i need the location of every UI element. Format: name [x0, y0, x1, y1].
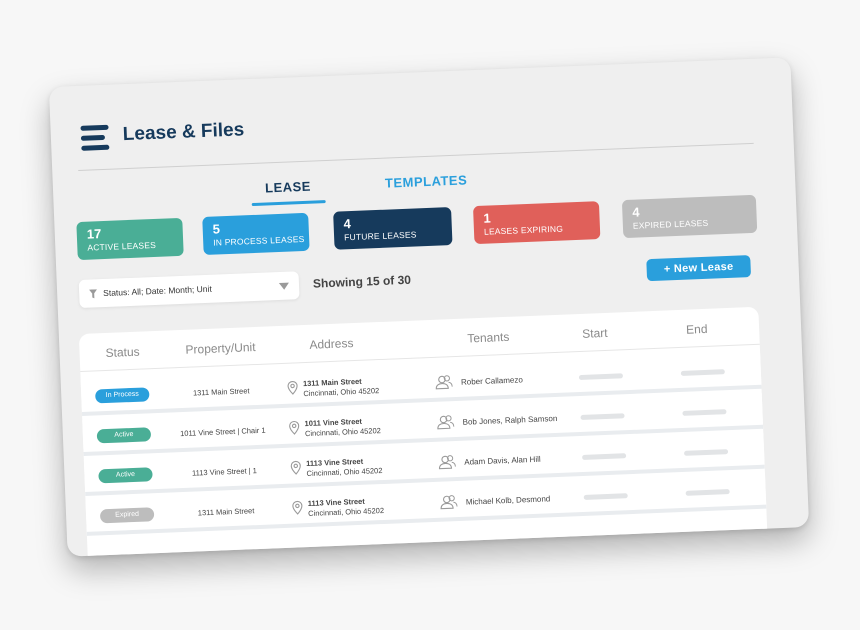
column-header-address[interactable]: Address	[309, 336, 354, 352]
stat-in-process-leases[interactable]: 5 IN PROCESS LEASES	[202, 212, 310, 255]
tenants-icon	[437, 415, 455, 430]
address-line2: Cincinnati, Ohio 45202	[304, 426, 381, 439]
lease-table: Status Property/Unit Address Tenants Sta…	[78, 306, 768, 557]
stat-expired-leases[interactable]: 4 EXPIRED LEASES	[621, 194, 758, 239]
stat-count: 5	[212, 221, 221, 237]
start-date-placeholder	[582, 453, 627, 460]
filter-text: Status: All; Date: Month; Unit	[102, 283, 212, 299]
stat-label: IN PROCESS LEASES	[213, 233, 305, 248]
start-date-placeholder	[583, 493, 628, 500]
property-unit: 1311 Main Street	[192, 386, 250, 398]
stat-label: LEASES EXPIRING	[483, 223, 564, 237]
status-badge: Active	[98, 467, 153, 484]
tab-lease[interactable]: LEASE	[265, 179, 311, 196]
column-header-end[interactable]: End	[686, 322, 708, 337]
address: 1113 Vine Street Cincinnati, Ohio 45202	[306, 456, 383, 479]
stat-future-leases[interactable]: 4 FUTURE LEASES	[333, 207, 453, 250]
stat-label: FUTURE LEASES	[343, 229, 417, 243]
filter-icon	[89, 289, 98, 299]
address: 1311 Main Street Cincinnati, Ohio 45202	[303, 376, 380, 399]
page-title: Lease & Files	[122, 119, 245, 146]
property-unit: 1113 Vine Street | 1	[191, 466, 258, 478]
stat-label: ACTIVE LEASES	[87, 239, 157, 253]
column-header-status[interactable]: Status	[105, 345, 140, 360]
tenant-names: Michael Kolb, Desmond	[465, 494, 551, 507]
property-unit: 1311 Main Street	[197, 506, 255, 518]
tab-templates[interactable]: TEMPLATES	[385, 172, 468, 190]
location-pin-icon	[289, 420, 300, 435]
tenants-icon	[438, 455, 456, 470]
address-line2: Cincinnati, Ohio 45202	[306, 466, 383, 479]
column-header-tenants[interactable]: Tenants	[467, 330, 510, 346]
column-header-start[interactable]: Start	[582, 326, 608, 341]
end-date-placeholder	[680, 369, 725, 376]
stat-label: EXPIRED LEASES	[632, 217, 709, 231]
location-pin-icon	[290, 460, 301, 475]
property-unit: 1011 Vine Street | Chair 1	[179, 425, 266, 439]
tenants-icon	[440, 495, 458, 510]
address: 1011 Vine Street Cincinnati, Ohio 45202	[304, 416, 381, 439]
end-date-placeholder	[685, 489, 730, 496]
location-pin-icon	[292, 500, 303, 515]
start-date-placeholder	[580, 413, 625, 421]
stat-active-leases[interactable]: 17 ACTIVE LEASES	[76, 217, 184, 261]
stat-count: 4	[343, 216, 352, 232]
location-pin-icon	[287, 380, 298, 395]
tenant-names: Rober Callamezo	[460, 375, 523, 387]
hamburger-menu-icon[interactable]	[80, 124, 110, 152]
chevron-down-icon	[278, 282, 290, 290]
stat-leases-expiring[interactable]: 1 LEASES EXPIRING	[472, 201, 601, 245]
status-badge: Expired	[99, 507, 155, 524]
header-divider	[78, 142, 754, 171]
stage: Lease & Files LEASE TEMPLATES 17 ACTIVE …	[0, 0, 860, 630]
column-header-property[interactable]: Property/Unit	[185, 340, 256, 357]
tenants-icon	[435, 375, 453, 390]
status-badge: Active	[96, 427, 152, 444]
tenant-names: Bob Jones, Ralph Samson	[462, 413, 558, 427]
showing-count: Showing 15 of 30	[312, 272, 412, 291]
filter-dropdown[interactable]: Status: All; Date: Month; Unit	[78, 271, 300, 309]
stat-count: 17	[86, 226, 102, 242]
address-line2: Cincinnati, Ohio 45202	[308, 505, 385, 519]
address: 1113 Vine Street Cincinnati, Ohio 45202	[308, 496, 385, 519]
end-date-placeholder	[683, 449, 729, 456]
tenant-names: Adam Davis, Alan Hill	[464, 454, 541, 467]
status-badge: In Process	[95, 387, 150, 404]
start-date-placeholder	[578, 373, 624, 381]
new-lease-button[interactable]: + New Lease	[646, 255, 752, 282]
end-date-placeholder	[682, 409, 727, 416]
app-window: Lease & Files LEASE TEMPLATES 17 ACTIVE …	[48, 57, 810, 557]
address-line2: Cincinnati, Ohio 45202	[303, 386, 380, 399]
